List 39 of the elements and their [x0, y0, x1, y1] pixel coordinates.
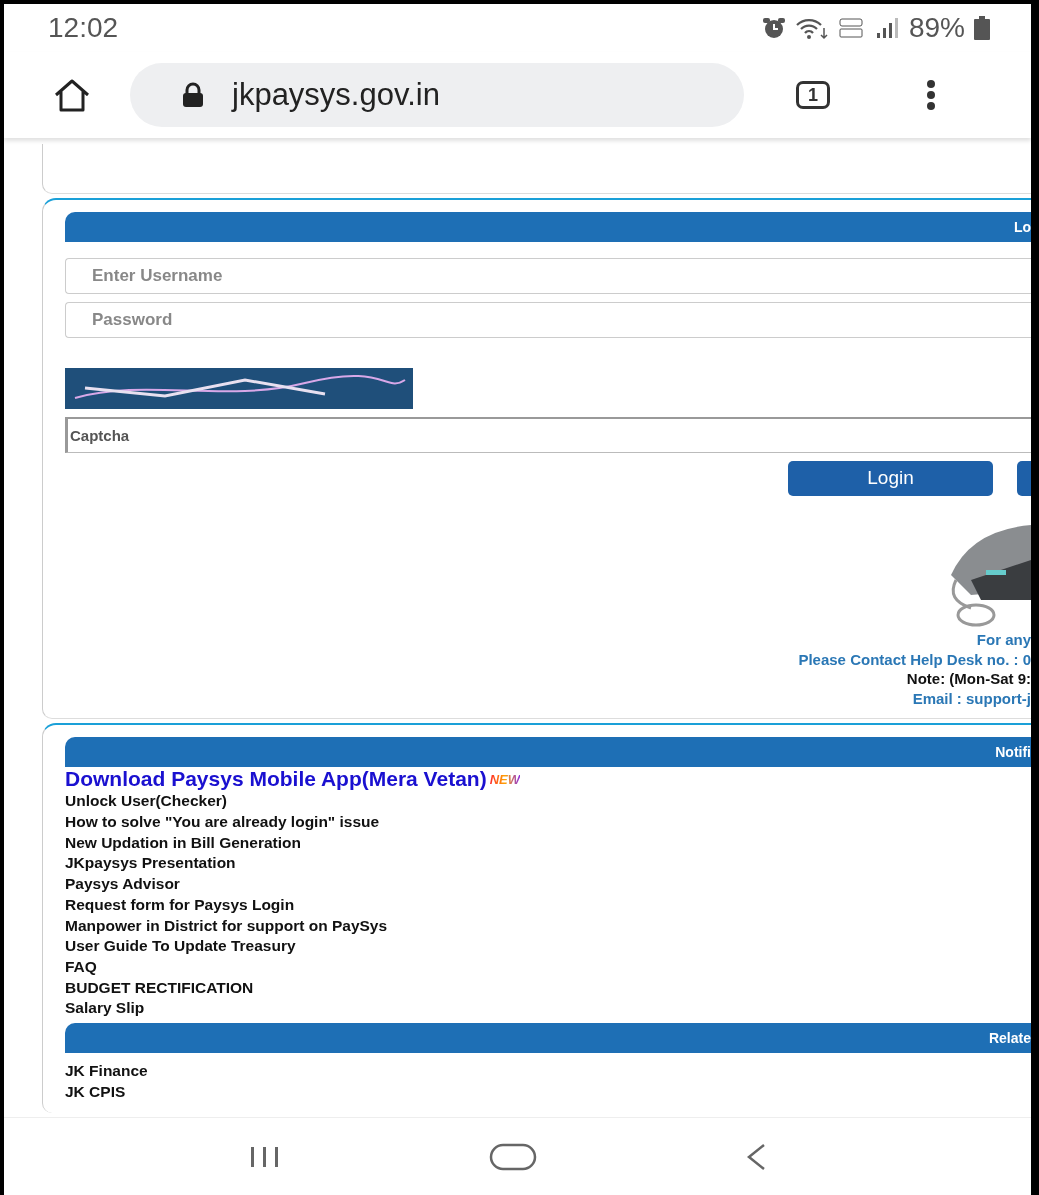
- notification-link[interactable]: New Updation in Bill Generation: [65, 832, 1031, 854]
- help-text: For any: [975, 630, 1031, 650]
- notification-link[interactable]: How to solve "You are already login" issue: [65, 812, 1031, 833]
- signal-icon: [874, 17, 901, 39]
- lock-icon: [182, 82, 204, 108]
- panel-header: Notifi: [65, 737, 1031, 768]
- note-text: Note: (Mon-Sat 9:: [905, 669, 1031, 689]
- login-button[interactable]: Login: [788, 461, 993, 496]
- password-field[interactable]: Password: [65, 302, 1031, 338]
- wifi-icon: [794, 16, 829, 40]
- notification-link[interactable]: Unlock User(Checker): [65, 791, 1031, 813]
- related-link[interactable]: JK CPIS: [65, 1081, 1031, 1103]
- alarm-clock-icon: [760, 16, 787, 40]
- notification-link[interactable]: Salary Slip: [65, 998, 1031, 1020]
- address-bar[interactable]: jkpaysys.gov.in: [130, 63, 744, 127]
- more-menu-icon[interactable]: [924, 78, 938, 112]
- help-text: Please Contact Help Desk no. : 0: [797, 649, 1031, 670]
- battery-percent: 89%: [908, 11, 965, 45]
- home-button-icon[interactable]: [489, 1142, 538, 1171]
- panel-header: Relate: [65, 1023, 1031, 1054]
- captcha-field[interactable]: Captcha: [65, 417, 1031, 453]
- help-text: Email : support-j: [911, 688, 1031, 709]
- button-edge[interactable]: [1017, 461, 1031, 496]
- notification-link[interactable]: JKpaysys Presentation: [65, 853, 1031, 875]
- tab-count-button[interactable]: 1: [796, 81, 830, 109]
- notification-link[interactable]: Manpower in District for support on PaySys: [65, 915, 1031, 937]
- battery-icon: [973, 16, 991, 40]
- notification-link[interactable]: FAQ: [65, 957, 1031, 978]
- url-text: jkpaysys.gov.in: [232, 75, 440, 114]
- username-field[interactable]: Enter Username: [65, 258, 1031, 294]
- home-icon[interactable]: [52, 77, 92, 113]
- panel-header: Lo: [65, 212, 1031, 242]
- notification-link[interactable]: Paysys Advisor: [65, 874, 1031, 895]
- related-link[interactable]: JK Finance: [65, 1061, 1031, 1082]
- notification-link[interactable]: User Guide To Update Treasury: [65, 936, 1031, 957]
- notification-link[interactable]: Request form for Paysys Login: [65, 894, 1031, 916]
- notification-link[interactable]: Download Paysys Mobile App(Mera Vetan): [65, 767, 487, 792]
- status-time: 12:02: [48, 11, 119, 45]
- notification-link[interactable]: BUDGET RECTIFICATION: [65, 977, 1031, 999]
